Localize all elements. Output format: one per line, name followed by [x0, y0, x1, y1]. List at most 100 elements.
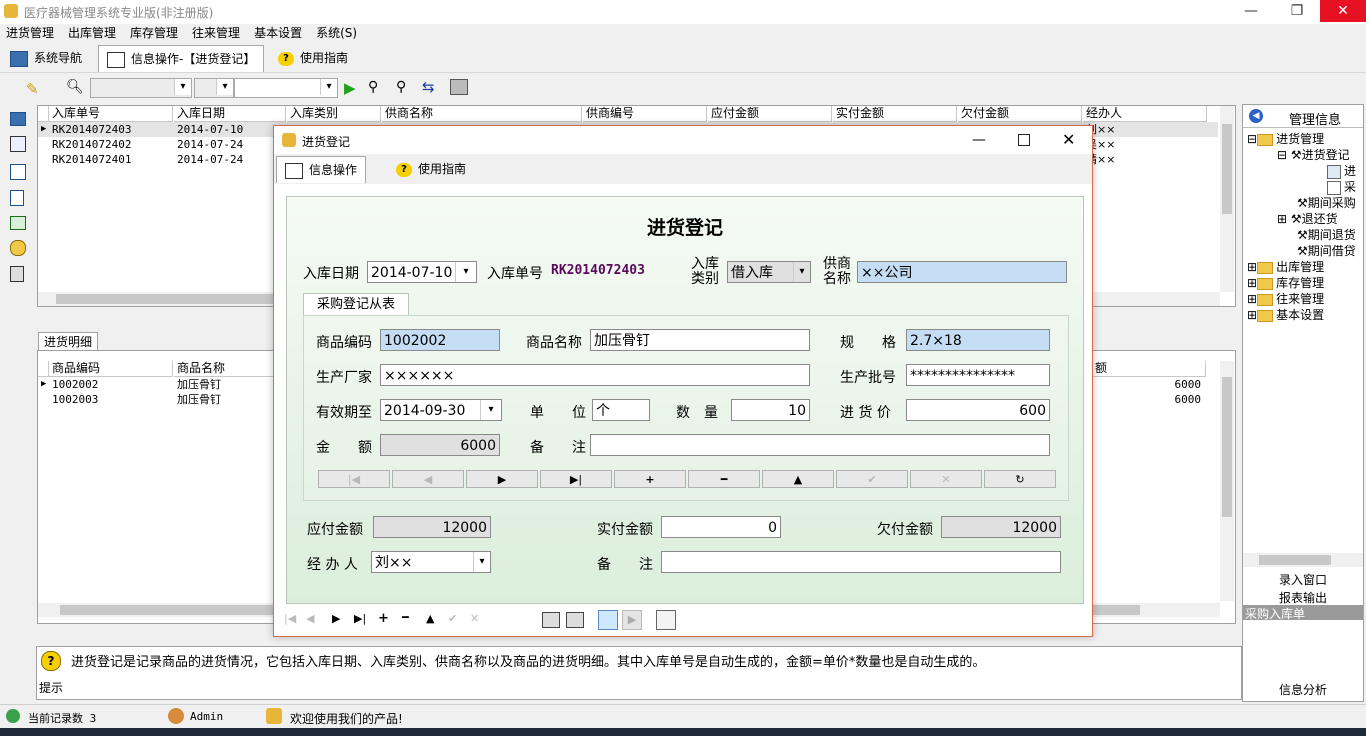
col-header[interactable]: 经办人 [1083, 106, 1207, 122]
date-field[interactable]: 2014-07-10 ▾ [367, 261, 477, 283]
zoom-icon[interactable] [656, 610, 676, 630]
next-record-button[interactable]: ▶ [466, 470, 538, 488]
toolbar-operator-combo[interactable]: ▾ [194, 78, 234, 98]
col-header[interactable]: 供商名称 [382, 106, 582, 122]
edit-record-button[interactable]: ▲ [762, 470, 834, 488]
maker-field[interactable]: ×××××× [380, 364, 810, 386]
tree-item-purchase[interactable]: ⊟ 进货管理 [1247, 130, 1324, 147]
navigator-icon[interactable] [10, 112, 26, 126]
purchase-receipt-button[interactable]: 采购入库单 [1243, 605, 1363, 621]
paid-field[interactable]: 0 [661, 516, 781, 538]
edit-pencil-icon[interactable]: ✎ [26, 80, 42, 98]
col-header[interactable]: 入库单号 [49, 106, 173, 122]
dialog-maximize-button[interactable] [1018, 134, 1030, 146]
chevron-down-icon[interactable]: ▾ [473, 552, 490, 572]
first-record-button[interactable]: |◀ [318, 470, 390, 488]
minimize-button[interactable]: — [1228, 0, 1274, 22]
prev-record-button[interactable]: ◀ [392, 470, 464, 488]
col-header[interactable]: 额 [1092, 361, 1206, 377]
last-record-icon[interactable]: ▶| [354, 612, 366, 625]
tree-structure-icon[interactable] [10, 136, 26, 152]
delete-icon[interactable]: ━ [402, 611, 409, 624]
tree-item-period-loan[interactable]: ⚒期间借贷 [1297, 242, 1356, 259]
run-query-icon[interactable]: ▶ [344, 79, 356, 97]
col-header[interactable]: 欠付金额 [958, 106, 1082, 122]
type-select[interactable]: 借入库 ▾ [727, 261, 811, 283]
toolbar-value-combo[interactable]: ▾ [234, 78, 338, 98]
scroll-thumb[interactable] [1222, 377, 1232, 517]
dialog-tab-info[interactable]: 信息操作 [276, 156, 367, 183]
tree-item-entry-form[interactable]: 进 [1327, 162, 1356, 179]
delete-record-button[interactable]: ━ [688, 470, 760, 488]
document-icon[interactable] [10, 190, 24, 206]
menu-purchase[interactable]: 进货管理 [6, 26, 54, 40]
menu-accounts[interactable]: 往来管理 [192, 26, 240, 40]
scroll-thumb[interactable] [56, 294, 276, 304]
col-header[interactable]: 应付金额 [708, 106, 832, 122]
master-vscrollbar[interactable] [1220, 106, 1234, 292]
edit-icon[interactable]: ▲ [426, 612, 434, 625]
tree-item-period-purchase[interactable]: ⚒期间采购 [1297, 194, 1356, 211]
trash-icon[interactable] [10, 266, 24, 282]
print-icon[interactable] [450, 79, 468, 95]
tree-item-outbound[interactable]: ⊞ 出库管理 [1247, 258, 1324, 275]
refresh-record-button[interactable]: ↻ [984, 470, 1056, 488]
dialog-minimize-button[interactable]: — [972, 132, 986, 148]
name-field[interactable]: 加压骨钉 [590, 329, 810, 351]
tab-navigator[interactable]: 系统导航 [2, 45, 90, 71]
expiry-field[interactable]: 2014-09-30 ▾ [380, 399, 502, 421]
find-icon[interactable]: ⚲ [368, 79, 378, 95]
code-field[interactable]: 1002002 [380, 329, 500, 351]
back-icon[interactable]: ◀ [1249, 109, 1263, 123]
forward-icon[interactable]: ▶ [622, 610, 642, 630]
dialog-close-button[interactable]: ✕ [1062, 130, 1075, 149]
footer-note-field[interactable] [661, 551, 1061, 573]
item-note-field[interactable] [590, 434, 1050, 456]
col-header[interactable]: 实付金额 [833, 106, 957, 122]
unit-field[interactable]: 个 [592, 399, 650, 421]
tab-info-operation[interactable]: 信息操作-【进货登记】 [98, 45, 265, 72]
detail-vscrollbar[interactable] [1220, 361, 1234, 601]
insert-icon[interactable]: + [378, 611, 389, 626]
menu-outbound[interactable]: 出库管理 [68, 26, 116, 40]
panel-hscrollbar[interactable] [1243, 553, 1363, 567]
insert-record-button[interactable]: + [614, 470, 686, 488]
form-icon[interactable] [10, 164, 26, 180]
sub-tab[interactable]: 采购登记从表 [303, 293, 409, 316]
detail-tab[interactable]: 进货明细 [38, 332, 98, 351]
date-dropdown-icon[interactable]: ▾ [480, 400, 501, 420]
tree-item-inventory[interactable]: ⊞ 库存管理 [1247, 274, 1324, 291]
refresh-icon[interactable]: ⇆ [422, 78, 435, 96]
report-output-button[interactable]: 报表输出 [1243, 589, 1363, 605]
tree-item-settings[interactable]: ⊞ 基本设置 [1247, 306, 1324, 323]
spec-field[interactable]: 2.7×18 [906, 329, 1050, 351]
prev-record-icon[interactable]: ◀ [306, 612, 314, 625]
cancel-record-button[interactable]: ✕ [910, 470, 982, 488]
search-icon[interactable]: 🔍︎ [66, 79, 84, 95]
batch-field[interactable]: *************** [906, 364, 1050, 386]
chevron-down-icon[interactable]: ▾ [793, 262, 810, 282]
cancel-icon[interactable]: ✕ [470, 612, 479, 625]
price-field[interactable]: 600 [906, 399, 1050, 421]
menu-system[interactable]: 系统(S) [316, 26, 357, 40]
print-setup-icon[interactable] [566, 612, 584, 628]
scroll-thumb[interactable] [1222, 124, 1232, 214]
first-record-icon[interactable]: |◀ [284, 612, 296, 625]
print-icon[interactable] [542, 612, 560, 628]
tree-item-purchase-entry[interactable]: ⊟ ⚒进货登记 [1277, 146, 1350, 163]
next-record-icon[interactable]: ▶ [332, 612, 340, 625]
last-record-button[interactable]: ▶| [540, 470, 612, 488]
dialog-tab-help[interactable]: ? 使用指南 [388, 156, 474, 182]
entry-window-button[interactable]: 录入窗口 [1243, 571, 1363, 587]
menu-settings[interactable]: 基本设置 [254, 26, 302, 40]
tree-item-accounts[interactable]: ⊞ 往来管理 [1247, 290, 1324, 307]
col-header[interactable]: 商品编码 [49, 361, 173, 377]
close-button[interactable]: ✕ [1320, 0, 1366, 22]
preview-icon[interactable] [598, 610, 618, 630]
post-icon[interactable]: ✔ [448, 612, 457, 625]
date-dropdown-icon[interactable]: ▾ [455, 262, 476, 282]
scroll-thumb[interactable] [1259, 555, 1331, 565]
tree-item-period-return[interactable]: ⚒期间退货 [1297, 226, 1356, 243]
col-header[interactable]: 供商编号 [583, 106, 707, 122]
info-analysis-button[interactable]: 信息分析 [1243, 681, 1363, 697]
